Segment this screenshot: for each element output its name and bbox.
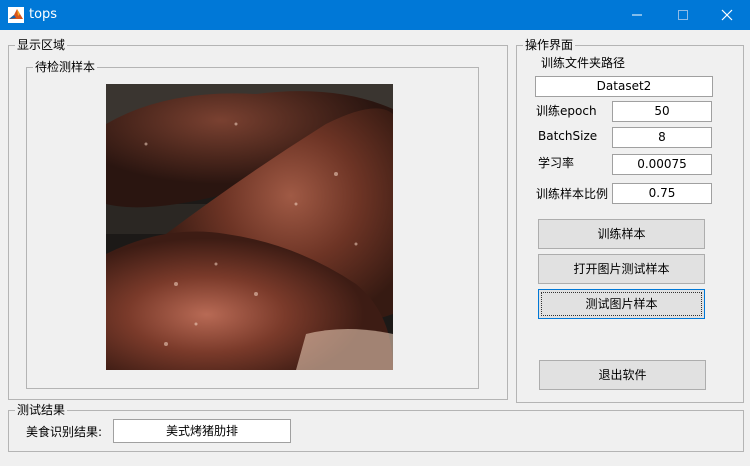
sample-food-image [106, 84, 393, 370]
close-button[interactable] [704, 0, 750, 30]
matlab-logo-icon [8, 7, 24, 23]
sample-ratio-label: 训练样本比例 [536, 187, 609, 201]
sample-panel-title: 待检测样本 [33, 59, 98, 75]
food-result-label: 美食识别结果: [26, 425, 103, 439]
maximize-icon [678, 10, 688, 20]
results-title: 测试结果 [15, 402, 68, 418]
title-bar: tops [0, 0, 750, 30]
learning-rate-label: 学习率 [538, 156, 575, 170]
minimize-icon [632, 14, 642, 16]
training-path-label: 训练文件夹路径 [541, 56, 626, 70]
operation-panel-title: 操作界面 [523, 37, 576, 53]
minimize-button[interactable] [614, 0, 660, 30]
epoch-label: 训练epoch [536, 104, 597, 118]
epoch-input[interactable]: 50 [612, 101, 712, 122]
batch-size-input[interactable]: 8 [612, 127, 712, 148]
maximize-button[interactable] [660, 0, 706, 30]
train-samples-button[interactable]: 训练样本 [538, 219, 705, 249]
food-result-output: 美式烤猪肋排 [113, 419, 291, 443]
test-image-button[interactable]: 测试图片样本 [538, 289, 705, 319]
sample-ratio-input[interactable]: 0.75 [612, 183, 712, 204]
exit-button[interactable]: 退出软件 [539, 360, 706, 390]
display-area-title: 显示区域 [15, 37, 68, 53]
open-test-image-button[interactable]: 打开图片测试样本 [538, 254, 705, 284]
batch-size-label: BatchSize [538, 129, 598, 143]
training-path-input[interactable]: Dataset2 [535, 76, 713, 97]
close-icon [721, 9, 733, 21]
window-title: tops [29, 7, 58, 22]
learning-rate-input[interactable]: 0.00075 [612, 154, 712, 175]
